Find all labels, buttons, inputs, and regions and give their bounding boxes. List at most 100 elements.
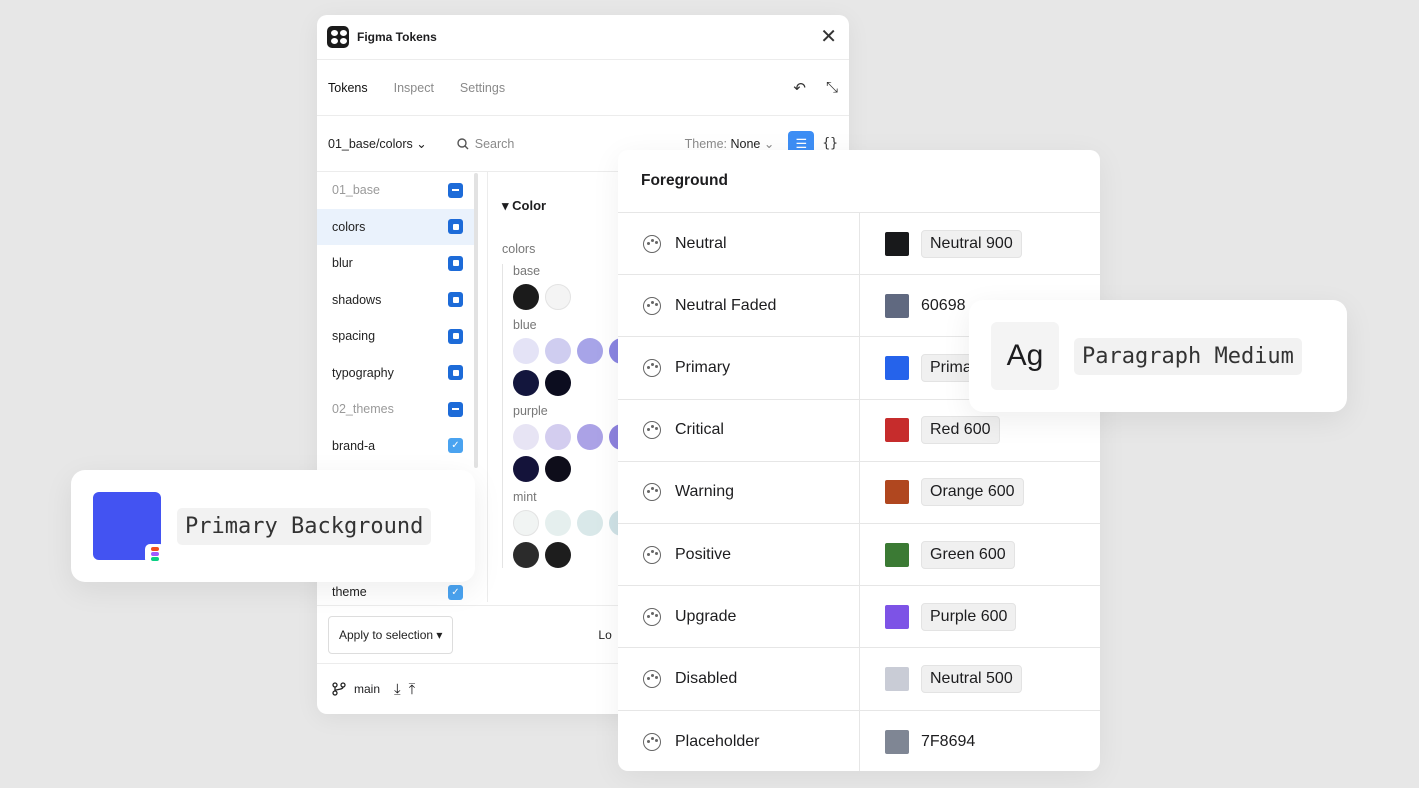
json-view-icon[interactable]: {} — [822, 136, 838, 151]
sets-scrollbar[interactable] — [474, 173, 478, 468]
token-set-checkbox[interactable] — [448, 328, 463, 344]
pull-icon[interactable]: ⤓ — [394, 681, 401, 698]
token-name-cell: Neutral Faded — [618, 275, 860, 337]
token-value: Purple 600 — [921, 602, 1017, 631]
color-chip — [885, 355, 909, 380]
token-value: 7F8694 — [921, 732, 976, 750]
tab-inspect[interactable]: Inspect — [394, 81, 434, 95]
typography-token-label: Paragraph Medium — [1074, 337, 1302, 375]
color-chip — [885, 666, 909, 691]
color-token-swatch[interactable] — [513, 510, 539, 536]
color-token-swatch[interactable] — [577, 424, 603, 450]
token-set-label: 02_themes — [332, 402, 394, 417]
token-value-cell: 7F8694 — [860, 711, 975, 772]
color-chip — [885, 293, 909, 318]
token-set-checkbox[interactable]: ✓ — [448, 584, 463, 600]
push-icon[interactable]: ⤒ — [409, 681, 416, 698]
token-name: Disabled — [675, 669, 738, 687]
palette-icon — [643, 358, 661, 377]
color-token-swatch[interactable] — [577, 510, 603, 536]
token-set-spacing[interactable]: spacing — [317, 318, 477, 355]
color-token-swatch[interactable] — [513, 456, 539, 482]
token-value: 60698 — [921, 296, 966, 314]
token-value: Neutral 900 — [921, 229, 1022, 258]
color-token-swatch[interactable] — [513, 542, 539, 568]
color-token-swatch[interactable] — [577, 338, 603, 364]
theme-select[interactable]: Theme: None ⌄ — [685, 136, 775, 151]
token-set-colors[interactable]: colors — [317, 208, 477, 245]
token-value-cell: Orange 600 — [860, 462, 1024, 523]
search-input[interactable]: Search — [457, 137, 514, 151]
palette-icon — [643, 732, 661, 751]
color-chip — [885, 480, 909, 505]
token-name-cell: Warning — [618, 461, 860, 523]
color-token-swatch[interactable] — [513, 424, 539, 450]
token-value: Neutral 500 — [921, 664, 1022, 693]
token-value-cell: Neutral 500 — [860, 648, 1022, 709]
token-set-label: theme — [332, 585, 367, 600]
token-set-checkbox[interactable] — [448, 219, 463, 235]
token-set-checkbox[interactable] — [448, 255, 463, 271]
color-token-swatch[interactable] — [545, 424, 571, 450]
primary-background-swatch — [93, 492, 165, 564]
token-value: Orange 600 — [921, 478, 1024, 507]
token-set-label: typography — [332, 365, 394, 380]
token-set-checkbox[interactable] — [448, 292, 463, 308]
token-set-blur[interactable]: blur — [317, 245, 477, 282]
typography-token-card: Ag Paragraph Medium — [969, 300, 1347, 412]
token-name: Neutral — [675, 234, 727, 252]
token-name-cell: Upgrade — [618, 586, 860, 648]
token-name-cell: Primary — [618, 337, 860, 399]
token-set-label: blur — [332, 256, 353, 271]
token-value-cell: Green 600 — [860, 524, 1015, 585]
branch-icon — [332, 682, 346, 696]
token-value-cell: Purple 600 — [860, 586, 1017, 647]
color-token-swatch[interactable] — [513, 338, 539, 364]
color-token-swatch[interactable] — [545, 456, 571, 482]
token-value-cell: 60698 — [860, 275, 966, 336]
token-set-typography[interactable]: typography — [317, 355, 477, 392]
token-name-cell: Positive — [618, 523, 860, 586]
token-set-select[interactable]: 01_base/colors ⌄ — [328, 136, 427, 151]
color-token-swatch[interactable] — [545, 338, 571, 364]
tab-settings[interactable]: Settings — [460, 81, 505, 95]
token-name: Warning — [675, 483, 734, 501]
titlebar: Figma Tokens ✕ — [317, 15, 849, 60]
tab-tokens[interactable]: Tokens — [328, 81, 368, 95]
partial-label: Lo — [598, 627, 612, 642]
close-icon[interactable]: ✕ — [820, 27, 839, 47]
token-value: Green 600 — [921, 540, 1015, 569]
foreground-title: Foreground — [618, 150, 1100, 213]
undo-icon[interactable]: ↶ — [793, 79, 806, 97]
token-set-brand-a[interactable]: brand-a ✓ — [317, 428, 477, 465]
color-token-swatch[interactable] — [513, 370, 539, 396]
color-token-swatch[interactable] — [545, 370, 571, 396]
figma-tokens-logo-icon — [327, 26, 349, 48]
token-value-cell: Prima — [860, 337, 981, 398]
token-value-cell: Neutral 900 — [860, 213, 1022, 274]
token-set-checkbox[interactable] — [448, 182, 463, 198]
color-chip — [885, 729, 909, 754]
token-set-checkbox[interactable]: ✓ — [448, 438, 463, 454]
color-chip — [885, 231, 909, 256]
palette-icon — [643, 669, 661, 688]
foreground-row-warning: Warning Orange 600 — [618, 461, 1100, 524]
collapse-icon[interactable]: ⤡ — [826, 79, 838, 96]
token-name: Neutral Faded — [675, 296, 777, 314]
color-token-swatch[interactable] — [545, 542, 571, 568]
token-set-shadows[interactable]: shadows — [317, 282, 477, 319]
color-token-swatch[interactable] — [545, 510, 571, 536]
token-name-cell: Neutral — [618, 213, 860, 275]
search-icon — [457, 137, 469, 149]
branch-name[interactable]: main — [354, 682, 380, 696]
token-set-checkbox[interactable] — [448, 401, 463, 417]
token-set-02-themes[interactable]: 02_themes — [317, 391, 477, 428]
token-set-01-base[interactable]: 01_base — [317, 172, 477, 209]
color-token-swatch[interactable] — [545, 284, 571, 310]
palette-icon — [643, 234, 661, 253]
apply-to-selection-button[interactable]: Apply to selection ▾ — [328, 615, 454, 654]
type-sample-tile: Ag — [991, 322, 1059, 390]
token-set-checkbox[interactable] — [448, 365, 463, 381]
color-token-swatch[interactable] — [513, 284, 539, 310]
token-name: Critical — [675, 421, 724, 439]
